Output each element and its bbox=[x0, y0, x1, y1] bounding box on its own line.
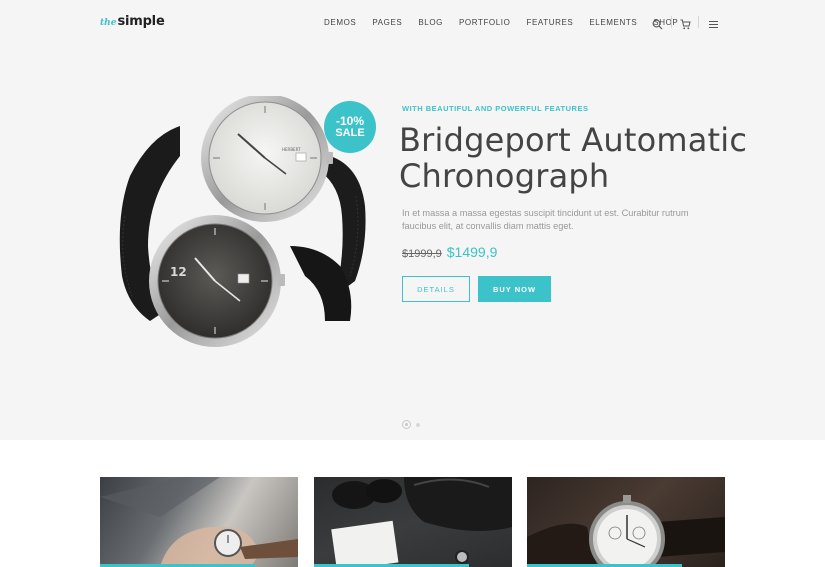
sale-badge: -10% SALE bbox=[324, 101, 376, 153]
nav-demos[interactable]: DEMOS bbox=[324, 17, 356, 29]
svg-text:12: 12 bbox=[170, 265, 187, 279]
blog-card-image[interactable] bbox=[314, 477, 512, 567]
product-title-line1: Bridgeport Automatic bbox=[399, 121, 748, 159]
menu-icon[interactable] bbox=[708, 17, 719, 35]
sale-label: SALE bbox=[335, 127, 365, 139]
watch-brand-text: HERBERT bbox=[282, 147, 301, 152]
product-price: $1999,9 $1499,9 bbox=[402, 244, 497, 260]
blog-card-image[interactable] bbox=[100, 477, 298, 567]
main-nav: DEMOS PAGES BLOG PORTFOLIO FEATURES ELEM… bbox=[324, 17, 694, 29]
logo-the: the bbox=[100, 18, 117, 28]
product-title-line2: Chronograph bbox=[399, 157, 610, 195]
nav-divider bbox=[671, 16, 672, 28]
nav-divider bbox=[698, 16, 699, 28]
price-new: $1499,9 bbox=[446, 244, 498, 260]
nav-elements[interactable]: ELEMENTS bbox=[589, 17, 637, 29]
nav-pages[interactable]: PAGES bbox=[372, 17, 402, 29]
site-header: the simple DEMOS PAGES BLOG PORTFOLIO FE… bbox=[0, 0, 825, 46]
hero-kicker: WITH BEAUTIFUL AND POWERFUL FEATURES bbox=[402, 104, 589, 113]
nav-portfolio[interactable]: PORTFOLIO bbox=[459, 17, 510, 29]
product-title: Bridgeport Automatic Chronograph bbox=[399, 122, 799, 194]
price-old: $1999,9 bbox=[402, 248, 442, 260]
details-button[interactable]: DETAILS bbox=[402, 276, 470, 302]
cart-icon[interactable] bbox=[680, 17, 691, 35]
logo[interactable]: the simple bbox=[100, 14, 165, 34]
product-description: In et massa a massa egestas suscipit tin… bbox=[402, 208, 689, 231]
blog-card-image[interactable] bbox=[527, 477, 725, 567]
slide-dot-active[interactable] bbox=[402, 420, 411, 429]
logo-simple: simple bbox=[117, 14, 165, 29]
nav-blog[interactable]: BLOG bbox=[418, 17, 443, 29]
slide-dot[interactable] bbox=[416, 422, 420, 427]
buy-now-button[interactable]: BUY NOW bbox=[478, 276, 551, 302]
sale-percent: -10% bbox=[335, 114, 364, 128]
slider-indicator[interactable] bbox=[402, 420, 420, 429]
nav-features[interactable]: FEATURES bbox=[526, 17, 573, 29]
search-icon[interactable] bbox=[652, 17, 663, 35]
